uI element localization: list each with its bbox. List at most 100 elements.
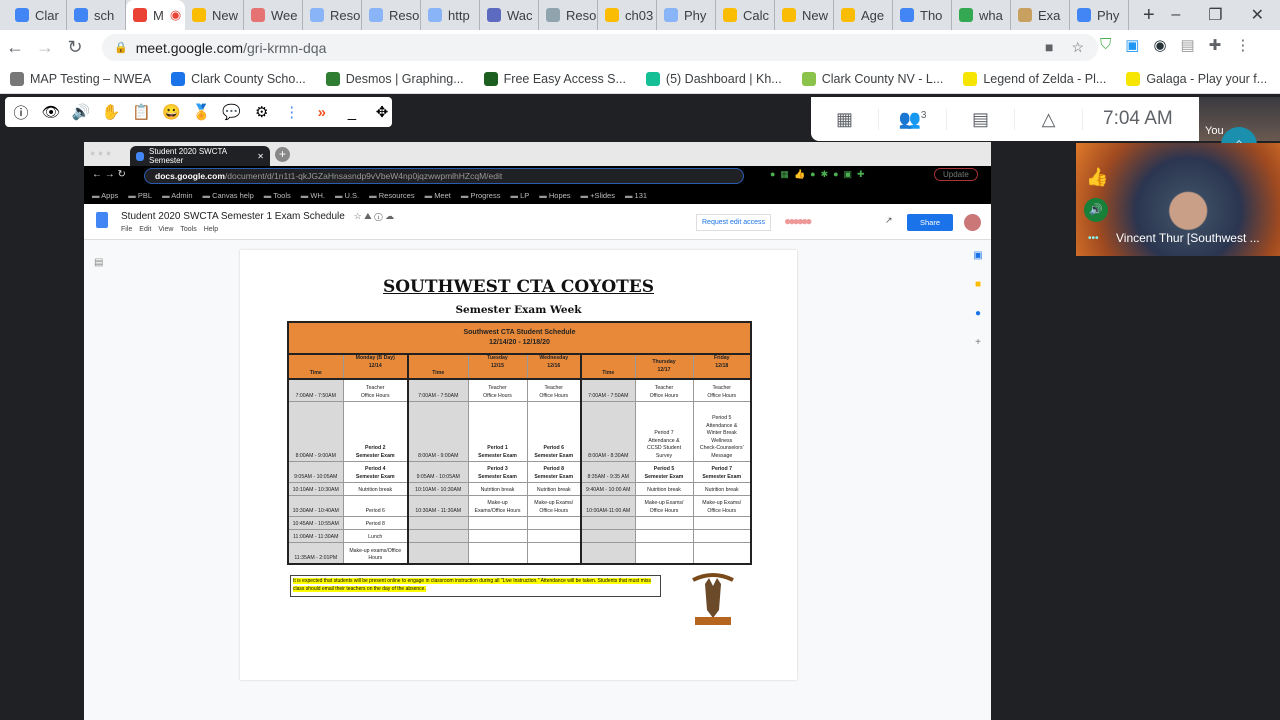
star-icon[interactable]: ☆ [1071,39,1084,56]
dots-icon[interactable]: ⋮ [282,103,302,121]
tab-label: ch03 [625,7,654,23]
browser-tab[interactable]: M◉✕ [126,0,185,30]
back-button[interactable]: ← [0,37,30,58]
settings-gear-icon[interactable]: ⚙ [252,103,272,121]
table-row: 10:45AM - 10:55AM Period 8 [287,515,752,530]
minimize-toolbar-icon[interactable]: _ [342,104,362,121]
browser-tab[interactable]: sch [67,0,126,30]
browser-tab[interactable]: Reso [303,0,362,30]
participants-button[interactable]: 👥3 [879,108,947,130]
time-cell: 10:00AM-11:00 AM [580,494,636,517]
close-window-button[interactable]: ✕ [1251,5,1264,25]
tile-layout-off-icon[interactable]: ▦ [811,108,879,130]
activities-icon[interactable]: △ [1015,108,1083,130]
bookmark-item[interactable]: (5) Dashboard | Kh... [645,71,782,86]
browser-tab[interactable]: http [421,0,480,30]
bookmark-favicon-icon [10,71,24,86]
browser-tab[interactable]: New [775,0,834,30]
presenter-video-tile[interactable]: 👍 🔊 ••• Vincent Thur [Southwest ... [1076,143,1280,256]
shield-extension-icon[interactable]: ⛉ [1100,36,1111,54]
table-title-cell: Southwest CTA Student Schedule 12/14/20 -… [287,321,752,355]
bookmark-item[interactable]: MAP Testing – NWEA [10,71,152,86]
browser-tab[interactable]: ch03 [598,0,657,30]
browser-tab[interactable]: Reso [539,0,598,30]
minimize-button[interactable]: – [1171,6,1180,24]
more-dots-icon[interactable]: ••• [1088,233,1099,244]
schedule-cell: Period 5 Attendance & Winter Break Welln… [692,400,752,462]
table-title-row: Southwest CTA Student Schedule 12/14/20 -… [287,321,752,355]
self-video-tile[interactable]: You ⌂ [1199,97,1280,163]
folder-icon: ▬ [580,190,589,200]
puzzle-extensions-icon[interactable]: ✚ [1209,36,1222,54]
tab-favicon-icon [723,8,737,22]
reload-button[interactable]: ↻ [60,37,90,58]
bookmark-item[interactable]: Galaga - Play your f... [1126,71,1267,86]
you-label: You [1205,125,1224,137]
info-icon[interactable]: ⓘ [11,102,31,123]
column-header: Thursday 12/17 [634,353,694,380]
browser-tab[interactable]: Calc [716,0,775,30]
new-tab-button[interactable]: + [1129,4,1169,27]
browser-tab[interactable]: Wac [480,0,539,30]
emoji-icon[interactable]: 😀 [161,103,181,121]
browser-tab[interactable]: wha [952,0,1011,30]
time-cell: 7:00AM - 7:50AM [580,378,636,402]
browser-tab[interactable]: Reso [362,0,421,30]
shared-bookmark-label: Canvas help [212,190,254,200]
chat-icon[interactable]: ▤ [947,108,1015,130]
award-icon[interactable]: 🏅 [191,103,211,121]
clipboard-extension-icon[interactable]: ▤ [1181,36,1195,54]
shared-bookmark-label: Tools [273,190,291,200]
browser-tab[interactable]: Phy [657,0,716,30]
docs-menu: File Edit View Tools Help [121,226,218,233]
move-icon[interactable]: ✥ [372,103,392,121]
docs-menu-item: Tools [180,226,197,233]
schedule-cell: Teacher Office Hours [526,378,582,402]
forward-button[interactable]: → [30,37,60,58]
bookmark-item[interactable]: Free Easy Access S... [483,71,626,86]
window-extension-icon[interactable]: ▣ [1125,36,1139,54]
tab-label: New [802,7,829,23]
schedule-cell [692,528,752,543]
raise-hand-icon[interactable]: ✋ [101,103,121,121]
chat-bubble-icon[interactable]: 💬 [222,103,242,121]
viewer-avatars: ●●●●●● [784,214,812,228]
browser-tab[interactable]: Tho [893,0,952,30]
bookmark-item[interactable]: Clark County Scho... [171,71,306,86]
time-cell: 9:05AM - 10:05AM [287,460,344,483]
nav-icons: ← → ↻ [92,169,126,180]
browser-tab[interactable]: Phy [1070,0,1129,30]
browser-tab[interactable]: Wee [244,0,303,30]
folder-icon: ▬ [424,190,433,200]
browser-tab[interactable]: Exa [1011,0,1070,30]
browser-tab[interactable]: Clar [8,0,67,30]
collapse-chevrons-icon[interactable]: » [312,104,332,121]
eye-icon[interactable]: 👁 [41,103,61,121]
bookmark-item[interactable]: Legend of Zelda - Pl... [963,71,1106,86]
time-cell: 10:30AM - 11:30AM [407,494,469,517]
clipboard-icon[interactable]: 📋 [131,103,151,121]
bookmark-favicon-icon [801,71,816,86]
note-text: It is expected that students will be pre… [293,578,651,592]
shared-bookmark-label: U.S. [344,190,360,200]
browser-tab[interactable]: Age [834,0,893,30]
speaker-icon[interactable]: 🔊 [71,103,91,121]
schedule-cell: Make-up Exams/ Office Hours [692,494,752,517]
schedule-cell [634,515,694,530]
participants-count: 3 [920,109,927,121]
shared-bookmark: ▬ Hopes [539,191,570,200]
menu-kebab-icon[interactable]: ⋮ [1235,36,1250,54]
maximize-button[interactable]: ❐ [1208,5,1222,25]
bookmark-item[interactable]: Clark County NV - L... [801,71,943,86]
browser-tab[interactable]: New [185,0,244,30]
column-header: Time [580,353,636,380]
schedule-cell: Teacher Office Hours [342,378,409,402]
vpn-extension-icon[interactable]: ◉ [1153,36,1166,54]
tab-label: Age [861,7,885,23]
url-input[interactable]: 🔒 meet.google.com/gri-krmn-dqa ■ ☆ [102,34,1098,61]
camera-icon[interactable]: ■ [1045,39,1053,56]
schedule-cell: Nutrition break [526,481,582,496]
bookmark-item[interactable]: Desmos | Graphing... [325,71,464,86]
bookmark-label: MAP Testing – NWEA [30,71,152,86]
table-row: 11:35AM - 2:01PM Make-up exams/Office Hou… [287,541,752,565]
